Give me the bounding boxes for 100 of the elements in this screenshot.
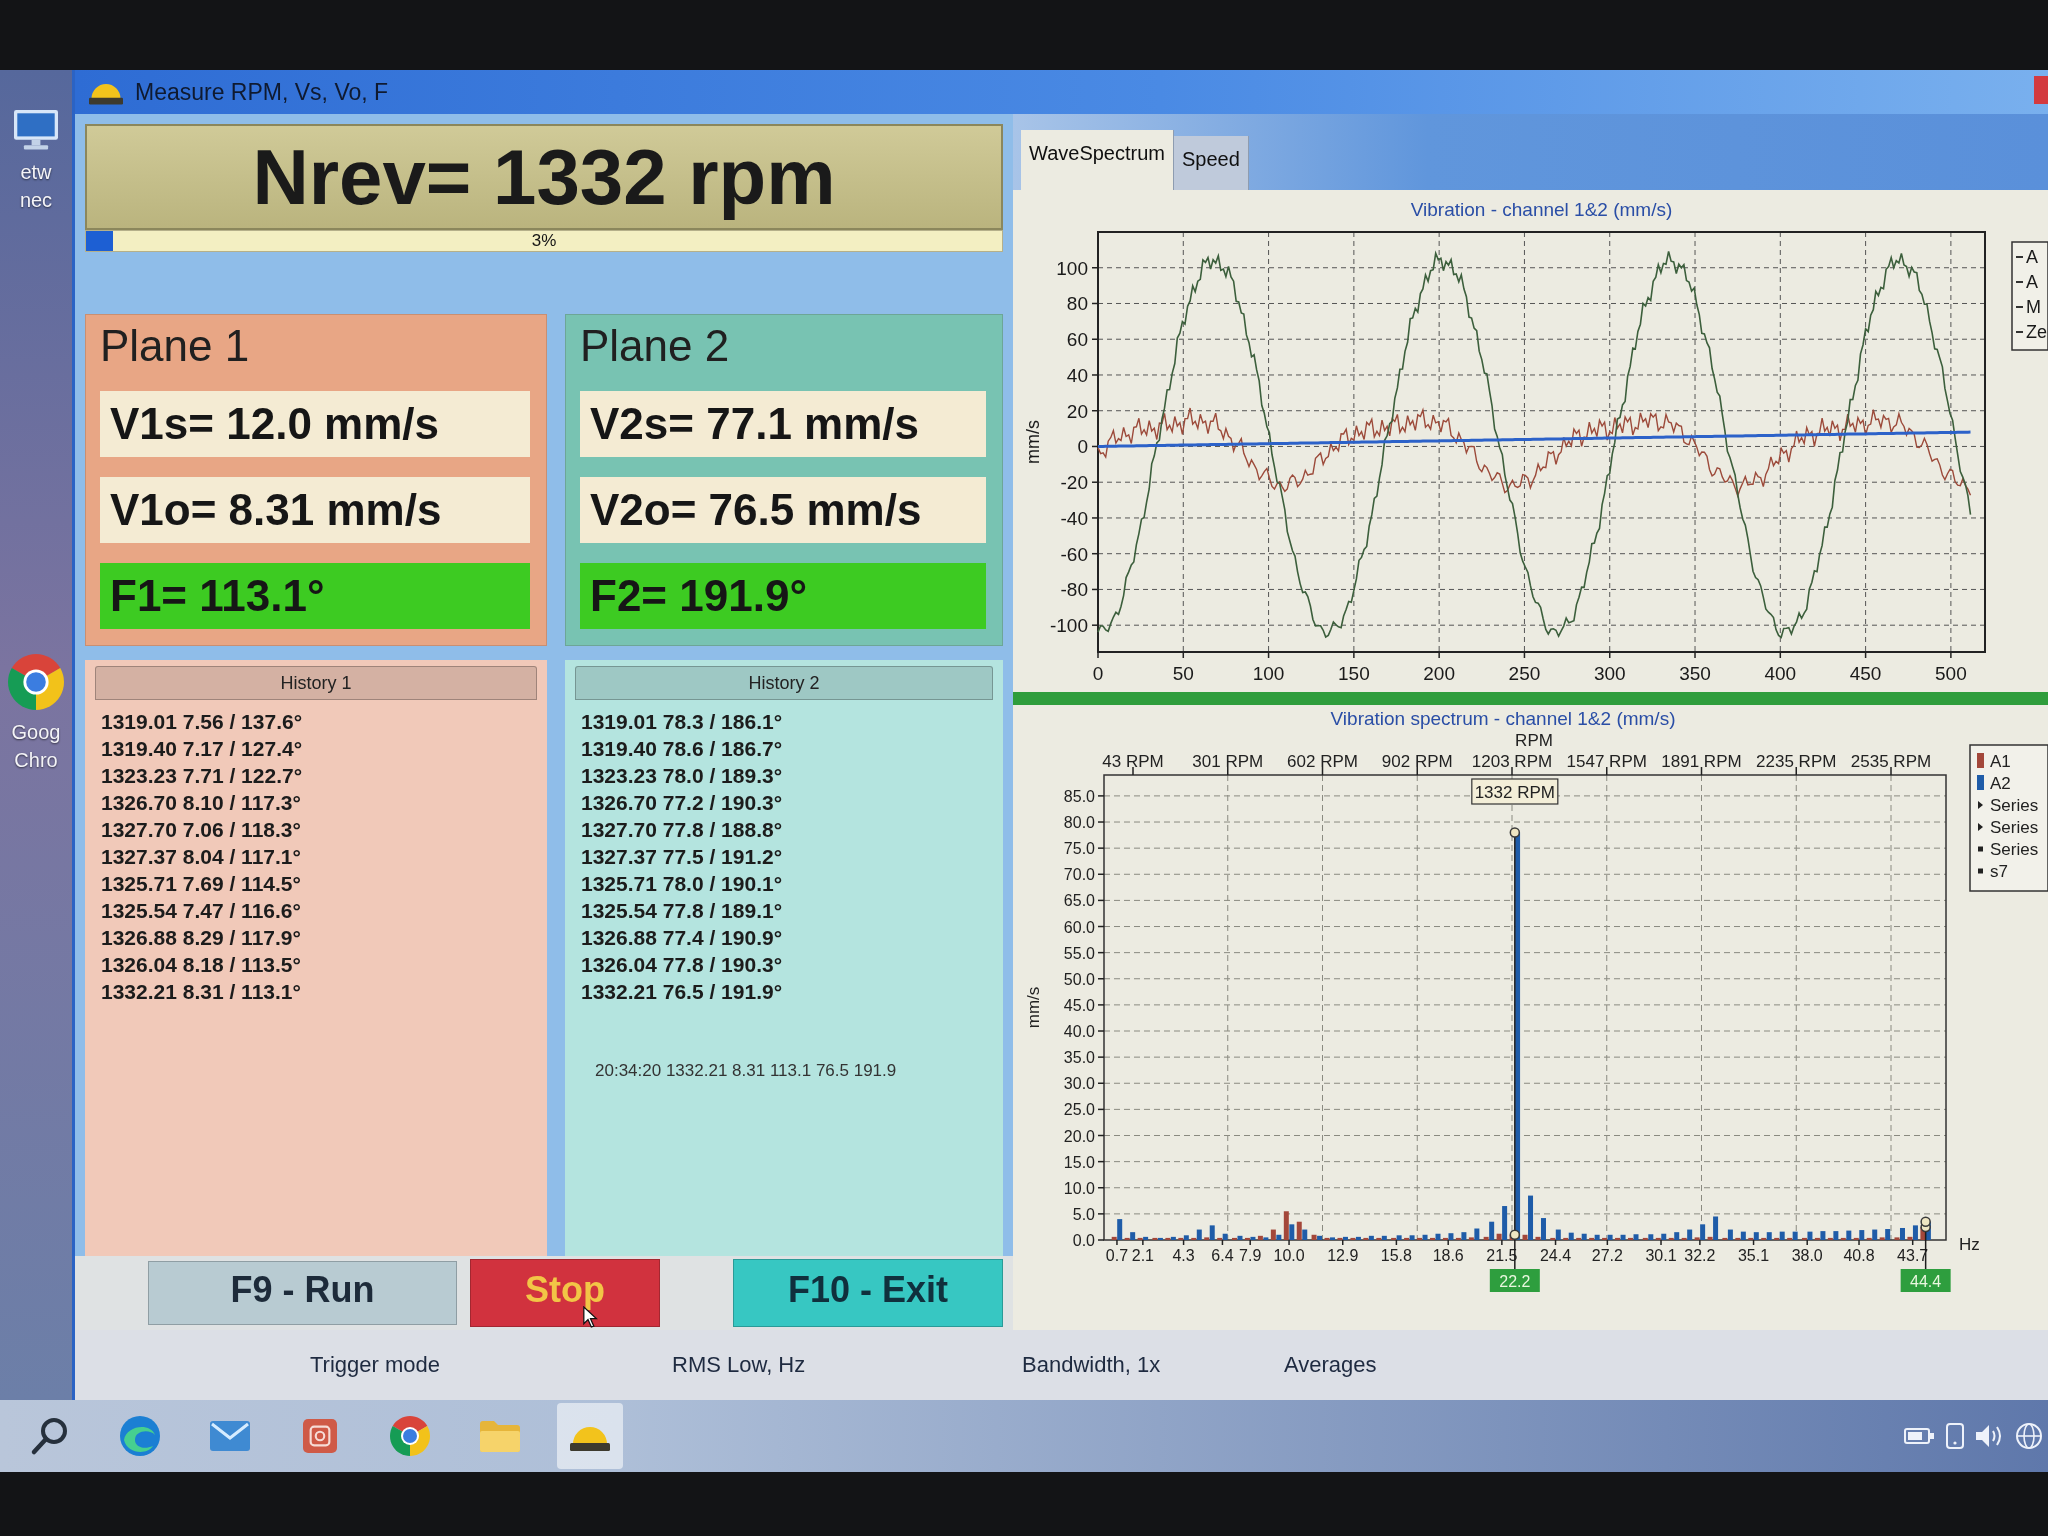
- axis-tick-label: 500: [1935, 663, 1967, 684]
- value-display: V2s= 77.1 mm/s: [580, 391, 986, 457]
- legend-line-icon: [2015, 306, 2024, 308]
- axis-tick-label: 6.4: [1211, 1247, 1234, 1264]
- axis-tick-label: 5.0: [1072, 1205, 1095, 1223]
- setting-label: Bandwidth, 1x: [1022, 1352, 1161, 1378]
- legend-marker-icon: [1978, 846, 1983, 852]
- value-display: V1s= 12.0 mm/s: [100, 391, 530, 457]
- axis-tick-label: 602 RPM: [1287, 752, 1358, 771]
- axis-title: Hz: [1959, 1235, 1980, 1254]
- history-entry: 1325.71 78.0 / 190.1°: [580, 871, 783, 897]
- annotation: 22.2: [1499, 1273, 1531, 1290]
- axis-tick-label: 10.0: [1063, 1179, 1095, 1197]
- axis-tick-label: 75.0: [1063, 840, 1095, 858]
- history-entry: 1327.37 8.04 / 117.1°: [100, 844, 301, 870]
- history-entry: 1319.01 7.56 / 137.6°: [100, 709, 303, 735]
- axis-tick-label: 2535 RPM: [1850, 752, 1932, 771]
- phase-display: F1= 113.1°: [100, 563, 530, 629]
- axis-tick-label: 1203 RPM: [1471, 752, 1553, 771]
- axis-tick-label: 400: [1764, 663, 1797, 684]
- axis-tick-label: 200: [1423, 663, 1455, 684]
- tab[interactable]: Speed: [1173, 136, 1249, 190]
- axis-tick-label: 1891 RPM: [1661, 752, 1742, 771]
- legend-label: M: [2026, 297, 2041, 317]
- panel-title: Plane 1: [100, 321, 250, 371]
- run-button[interactable]: F9 - Run: [148, 1261, 457, 1325]
- envelope-icon: [210, 1421, 250, 1451]
- axis-tick-label: -100: [1049, 615, 1088, 637]
- axis-tick-label: 45.0: [1063, 996, 1095, 1014]
- axis-tick-label: 55.0: [1063, 944, 1095, 962]
- exit-button[interactable]: F10 - Exit: [733, 1259, 1003, 1327]
- axis-tick-label: -20: [1060, 472, 1088, 494]
- axis-tick-label: 300: [1593, 663, 1626, 684]
- axis-tick-label: 85.0: [1063, 787, 1095, 805]
- axis-tick-label: 7.9: [1239, 1247, 1262, 1264]
- progress-label: 3%: [531, 231, 557, 251]
- phase-display: F2= 191.9°: [580, 563, 986, 629]
- axis-tick-label: 80.0: [1063, 814, 1095, 831]
- axis-tick-label: 350: [1679, 663, 1711, 684]
- legend-line-icon: [2015, 331, 2024, 333]
- history-entry: 1325.54 7.47 / 116.6°: [100, 898, 301, 924]
- axis-tick-label: 15.0: [1063, 1153, 1095, 1171]
- setting-label: Averages: [1284, 1352, 1377, 1378]
- axis-tick-label: 50.0: [1063, 970, 1095, 988]
- cursor-label: 1332 RPM: [1471, 778, 1559, 805]
- history-entry: 1326.70 8.10 / 117.3°: [100, 790, 301, 816]
- status-text: 20:34:20 1332.21 8.31 113.1 76.5 191.9: [594, 1061, 897, 1081]
- search-icon: [30, 1416, 70, 1456]
- axis-title: mm/s: [1023, 420, 1043, 464]
- axis-tick-label: 450: [1849, 663, 1882, 684]
- history-entry: 1319.40 78.6 / 186.7°: [580, 736, 783, 762]
- rpm-display: Nrev= 1332 rpm: [85, 124, 1003, 230]
- legend-line-icon: [2015, 256, 2024, 258]
- history-entry: 1319.40 7.17 / 127.4°: [100, 736, 303, 762]
- history-entry: 1332.21 76.5 / 191.9°: [580, 979, 783, 1005]
- history-entry: 1326.88 8.29 / 117.9°: [100, 925, 301, 951]
- desktop-icon-label: etw nec: [18, 159, 54, 213]
- annotation: 44.4: [1910, 1273, 1942, 1290]
- folder-icon: [480, 1420, 520, 1452]
- axis-tick-label: 50: [1172, 663, 1194, 684]
- axis-tick-label: 60: [1066, 329, 1088, 351]
- axis-title: mm/s: [1024, 986, 1043, 1029]
- axis-tick-label: -40: [1060, 507, 1088, 529]
- axis-tick-label: 301 RPM: [1192, 752, 1264, 771]
- monitor-icon: [14, 110, 58, 150]
- speaker-icon: [1976, 1424, 2004, 1448]
- axis-tick-label: 20.0: [1063, 1127, 1095, 1145]
- axis-tick-label: 43 RPM: [1102, 752, 1164, 771]
- axis-tick-label: 27.2: [1591, 1247, 1623, 1264]
- tile-app-icon: [303, 1419, 337, 1453]
- legend-label: A: [2026, 247, 2038, 267]
- axis-tick-label: 65.0: [1063, 892, 1095, 910]
- history-entry: 1326.04 8.18 / 113.5°: [100, 952, 301, 978]
- history-entry: 1325.71 7.69 / 114.5°: [100, 871, 301, 897]
- axis-tick-label: 2235 RPM: [1756, 752, 1837, 771]
- legend-label: A1: [1990, 752, 2011, 771]
- legend-label: A2: [1990, 774, 2011, 793]
- legend-label: Series: [1990, 818, 2039, 837]
- ring-logo-icon: [8, 653, 64, 710]
- axis-tick-label: 0.0: [1072, 1232, 1095, 1249]
- axis-tick-label: 38.0: [1791, 1247, 1823, 1264]
- tab[interactable]: WaveSpectrum: [1021, 130, 1174, 190]
- cursor-value-label: 22.2: [1489, 1269, 1540, 1292]
- panel-title: Plane 2: [580, 321, 730, 371]
- axis-tick-label: 4.3: [1172, 1247, 1195, 1264]
- axis-tick-label: 24.4: [1539, 1247, 1572, 1264]
- chart-title: Vibration - channel 1&2 (mm/s): [1410, 199, 1673, 220]
- axis-tick-label: 2.1: [1131, 1247, 1154, 1264]
- globe-icon: [2016, 1423, 2042, 1449]
- taskbar-button[interactable]: [557, 1403, 623, 1469]
- swirl-logo-icon: [120, 1416, 160, 1456]
- history-entry: 1327.70 77.8 / 188.8°: [580, 817, 783, 843]
- axis-tick-label: 15.8: [1380, 1247, 1412, 1264]
- axis-tick-label: 20: [1066, 400, 1088, 422]
- legend-marker-icon: [1978, 823, 1983, 831]
- axis-tick-label: 10.0: [1273, 1247, 1305, 1264]
- history-entry: 1327.37 77.5 / 191.2°: [580, 844, 783, 870]
- legend-marker-icon: [1978, 868, 1983, 874]
- chart-title: Vibration spectrum - channel 1&2 (mm/s): [1330, 708, 1676, 729]
- legend-label: Series: [1990, 796, 2039, 815]
